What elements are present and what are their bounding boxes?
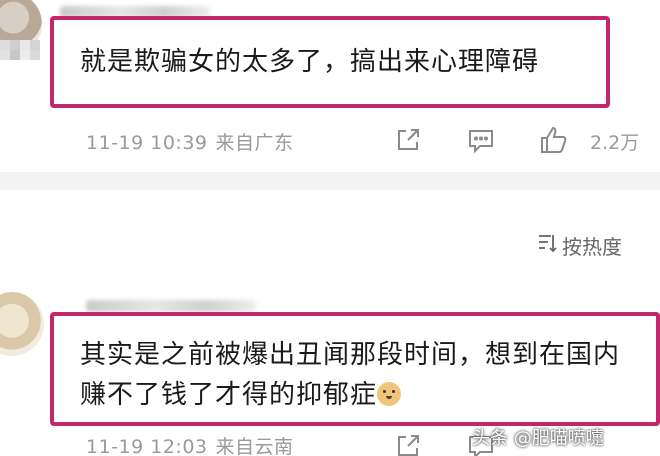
blurred-username — [86, 300, 256, 312]
sort-button[interactable]: 按热度 — [536, 231, 622, 260]
section-divider — [0, 172, 660, 190]
comment-time: 11-19 12:03 — [86, 436, 208, 456]
thumbs-up-icon[interactable] — [538, 124, 570, 156]
comment-text-content: 其实是之前被爆出丑闻那段时间，想到在国内赚不了钱了才得的抑郁症 — [80, 340, 621, 410]
comment-icon[interactable] — [466, 126, 496, 156]
doge-emoji-icon — [377, 382, 402, 406]
sort-label: 按热度 — [562, 235, 622, 259]
watermark: 头条 @肥喵喷嚏 — [472, 428, 604, 449]
share-icon[interactable] — [394, 126, 422, 154]
sort-icon — [536, 232, 558, 259]
comment-text: 就是欺骗女的太多了，搞出来心理障碍 — [80, 47, 540, 77]
comment-source: 来自广东 — [215, 132, 294, 154]
like-count: 2.2万 — [590, 132, 640, 154]
comment-text: 其实是之前被爆出丑闻那段时间，想到在国内赚不了钱了才得的抑郁症 — [80, 335, 640, 415]
share-icon[interactable] — [394, 432, 422, 456]
comment-meta: 11-19 12:03 来自云南 — [86, 432, 294, 456]
comment-meta: 11-19 10:39 来自广东 — [86, 128, 294, 155]
mosaic-blur — [0, 40, 40, 60]
comment-time: 11-19 10:39 — [86, 132, 208, 154]
avatar[interactable] — [0, 292, 44, 356]
comment-source: 来自云南 — [215, 436, 294, 456]
